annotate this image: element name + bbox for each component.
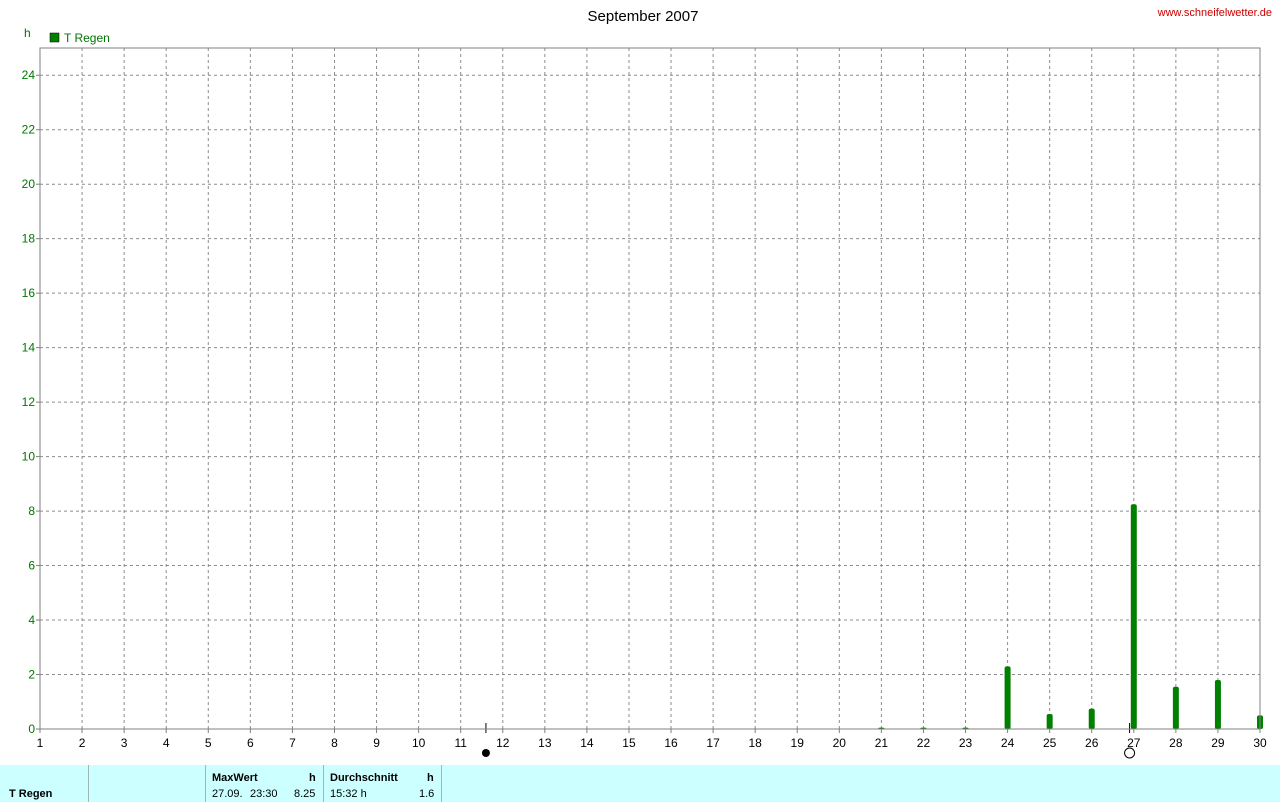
x-tick-label: 19 [791,736,805,750]
x-tick-label: 13 [538,736,552,750]
x-tick-label: 20 [833,736,847,750]
y-tick-label: 20 [22,177,36,191]
grid [40,48,1260,729]
new-moon-icon [481,749,490,757]
chart-title: September 2007 [588,8,699,25]
x-tick-label: 24 [1001,736,1015,750]
stats-panel: T Regen MaxWert h 27.09. 23:30 8.25 Durc… [0,765,1280,802]
y-tick-label: 10 [22,450,36,464]
chart: September 2007 www.schneifelwetter.de h … [22,7,1272,759]
x-tick-label: 28 [1169,736,1183,750]
avg-unit: h [427,772,434,784]
full-moon-icon [1124,747,1136,759]
x-tick-label: 16 [664,736,678,750]
y-tick-label: 24 [22,68,36,82]
legend-label: T Regen [64,31,110,45]
y-tick-label: 6 [28,559,35,573]
y-tick-labels: 024681012141618202224 [22,68,40,736]
stats-empty-cell [89,765,206,802]
y-tick-label: 14 [22,341,36,355]
x-tick-label: 30 [1253,736,1267,750]
bar [1214,679,1221,729]
avg-value: 1.6 [419,788,435,800]
x-tick-label: 1 [37,736,44,750]
x-tick-label: 2 [79,736,86,750]
x-tick-label: 29 [1211,736,1225,750]
bar [1130,504,1137,729]
y-tick-label: 8 [28,504,35,518]
y-tick-label: 22 [22,123,36,137]
x-tick-label: 6 [247,736,254,750]
x-tick-label: 14 [580,736,594,750]
y-axis-unit: h [24,26,31,40]
avg-time: 15:32 h [330,788,367,800]
bar [1046,714,1053,729]
plot-frame [39,47,1261,730]
x-tick-label: 4 [163,736,170,750]
y-tick-label: 2 [28,668,35,682]
bar [1172,686,1179,729]
x-tick-label: 23 [959,736,973,750]
max-unit: h [309,772,316,784]
stats-max-cell: MaxWert h 27.09. 23:30 8.25 [206,765,324,802]
x-tick-labels: 1 2 3 4 5 6 7 8 9 10 11 12 13 14 15 16 17 18 19 20 21 22 23 24 2… [37,729,1267,750]
x-tick-label: 5 [205,736,212,750]
x-tick-label: 3 [121,736,128,750]
x-tick-label: 25 [1043,736,1057,750]
max-date: 27.09. [212,788,243,800]
x-tick-label: 7 [289,736,296,750]
max-header: MaxWert [212,772,258,784]
stats-avg-cell: Durchschnitt h 15:32 h 1.6 [324,765,442,802]
y-tick-label: 0 [28,722,35,736]
y-tick-label: 18 [22,232,36,246]
x-tick-label: 10 [412,736,426,750]
bar [1088,708,1095,729]
x-tick-label: 11 [454,736,467,750]
stats-series-cell: T Regen [0,765,89,802]
bar [1004,666,1011,729]
max-value: 8.25 [294,788,316,800]
legend-swatch [49,32,60,43]
x-tick-label: 18 [748,736,762,750]
x-tick-label: 8 [331,736,338,750]
x-tick-label: 15 [622,736,636,750]
site-url[interactable]: www.schneifelwetter.de [1157,7,1272,19]
x-tick-label: 26 [1085,736,1099,750]
bars [878,504,1263,729]
y-tick-label: 12 [22,395,36,409]
y-tick-label: 4 [28,613,35,627]
x-tick-label: 21 [875,736,889,750]
x-tick-label: 17 [706,736,720,750]
x-tick-label: 12 [496,736,510,750]
avg-header: Durchschnitt [330,772,398,784]
x-tick-label: 9 [373,736,380,750]
max-time: 23:30 [250,788,278,800]
y-tick-label: 16 [22,286,36,300]
x-tick-label: 22 [917,736,931,750]
stats-series-label: T Regen [9,788,53,800]
